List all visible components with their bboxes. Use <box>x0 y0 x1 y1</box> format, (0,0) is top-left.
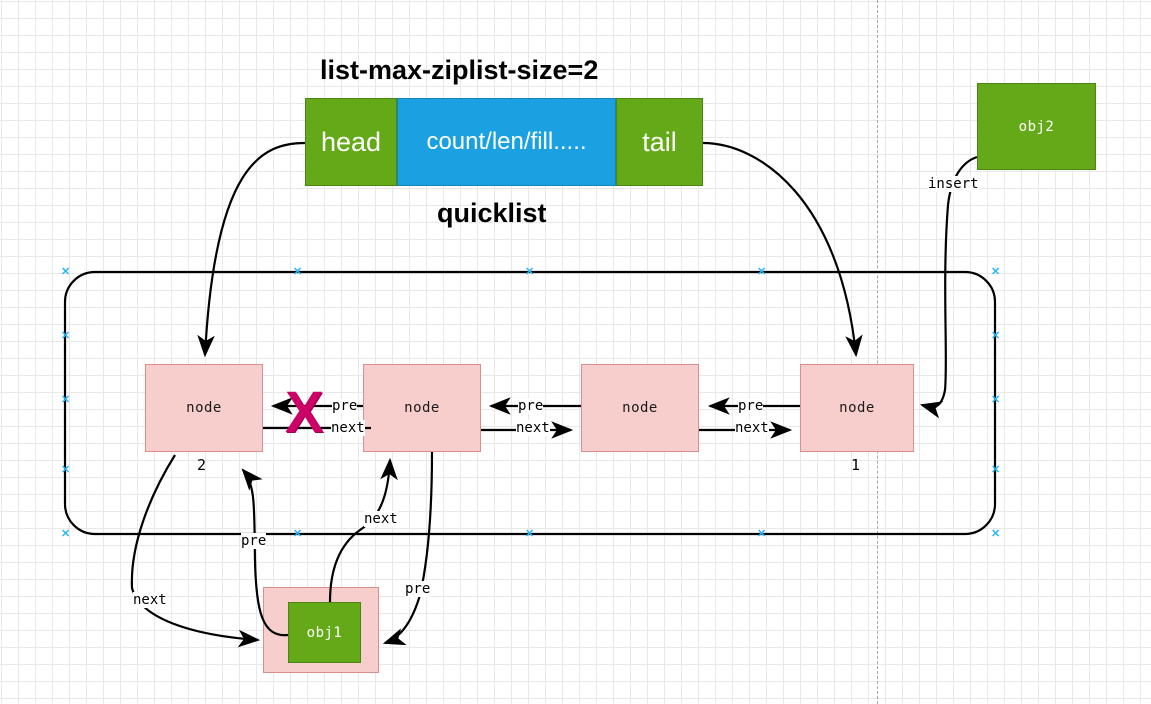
selection-handle-4[interactable]: ✕ <box>991 267 1000 278</box>
selection-handle-12[interactable]: ✕ <box>293 529 302 540</box>
obj1-next-node2-arrow <box>328 457 398 603</box>
node-1-count: 2 <box>197 456 207 474</box>
pre-label-node2-node1: pre <box>332 398 358 414</box>
selection-handle-14[interactable]: ✕ <box>757 529 766 540</box>
selection-handle-7[interactable]: ✕ <box>61 395 70 406</box>
quicklist-body-box[interactable]: count/len/fill..... <box>397 98 616 186</box>
quicklist-tail-box[interactable]: tail <box>616 98 703 186</box>
selection-handle-11[interactable]: ✕ <box>61 529 70 540</box>
next-label-node3-node4: next <box>735 420 769 436</box>
obj2-box[interactable]: obj2 <box>977 83 1096 170</box>
selection-handle-3[interactable]: ✕ <box>757 267 766 278</box>
selection-handle-6[interactable]: ✕ <box>991 331 1000 342</box>
selection-handle-8[interactable]: ✕ <box>991 395 1000 406</box>
pre-label-node4-node3: pre <box>738 398 764 414</box>
selection-handle-10[interactable]: ✕ <box>991 465 1000 476</box>
next-label-node1-obj1: next <box>133 592 167 608</box>
node-4-count: 1 <box>851 456 861 474</box>
next-label-node1-node2: next <box>331 420 365 436</box>
next-label-node2-node3: next <box>516 420 550 436</box>
node-box-1[interactable]: node <box>145 364 263 452</box>
selection-handle-9[interactable]: ✕ <box>61 465 70 476</box>
page-title: list-max-ziplist-size=2 <box>320 55 599 85</box>
node1-next-obj1-arrow <box>130 454 261 648</box>
insert-label: insert <box>928 176 979 192</box>
pre-label-node2-obj1: pre <box>405 581 431 597</box>
quicklist-head-box[interactable]: head <box>305 98 397 186</box>
quicklist-caption: quicklist <box>437 198 547 228</box>
pre-label-node3-node2: pre <box>518 398 544 414</box>
next-label-obj1-node2: next <box>364 511 398 527</box>
obj2-insert-arrow <box>919 155 978 419</box>
selection-handle-15[interactable]: ✕ <box>991 529 1000 540</box>
selection-handle-1[interactable]: ✕ <box>293 267 302 278</box>
tail-to-node4-arrow <box>702 141 863 358</box>
head-to-node1-arrow <box>197 141 306 358</box>
selection-handle-0[interactable]: ✕ <box>61 267 70 278</box>
selection-handle-5[interactable]: ✕ <box>61 331 70 342</box>
pre-label-obj1-node1: pre <box>241 533 267 549</box>
selection-handle-2[interactable]: ✕ <box>525 267 534 278</box>
broken-link-x-icon: X <box>285 380 324 445</box>
obj1-box[interactable]: obj1 <box>288 602 361 663</box>
node2-pre-obj1-arrow <box>382 451 434 646</box>
page-break-line <box>877 0 878 704</box>
node-box-4[interactable]: node <box>800 364 914 452</box>
diagram-canvas: list-max-ziplist-size=2 head count/len/f… <box>0 0 1151 704</box>
node-box-2[interactable]: node <box>363 364 481 452</box>
node-box-3[interactable]: node <box>581 364 699 452</box>
selection-handle-13[interactable]: ✕ <box>525 529 534 540</box>
